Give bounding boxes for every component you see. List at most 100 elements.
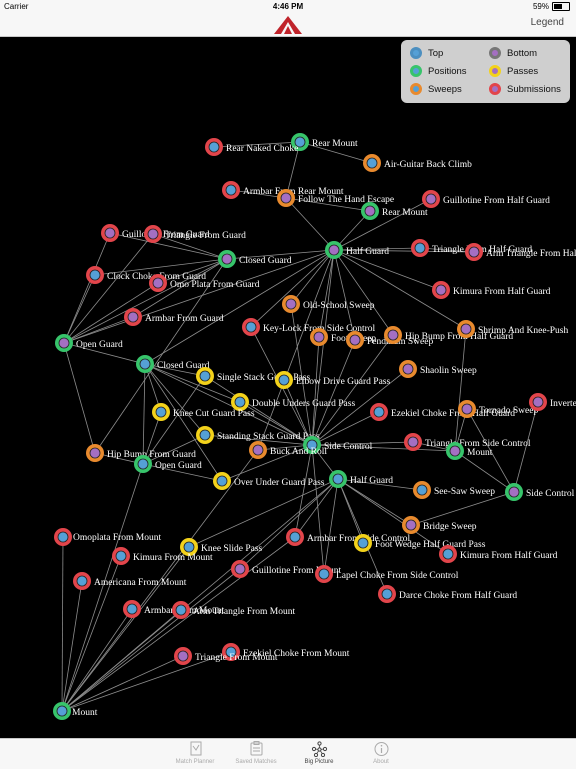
node-label: Side Control xyxy=(324,442,373,452)
node-label: Air-Guitar Back Climb xyxy=(384,160,472,170)
node-dot xyxy=(89,269,101,281)
node-dot xyxy=(147,228,159,240)
graph-edge xyxy=(239,478,339,570)
node-label: Americana From Mount xyxy=(94,578,187,588)
graph-node[interactable]: Kimura From Half Guard xyxy=(432,281,551,299)
graph-node[interactable]: Open Guard xyxy=(55,334,123,352)
graph-node[interactable]: Half Guard xyxy=(325,241,389,259)
tab-about[interactable]: About xyxy=(351,741,411,765)
graph-node[interactable]: Air-Guitar Back Climb xyxy=(363,154,472,172)
legend-button[interactable]: Legend xyxy=(531,17,564,28)
graph-node[interactable]: Single Stack Guard Pass xyxy=(196,367,310,385)
graph-edge xyxy=(311,411,380,446)
graph-node[interactable]: Bridge Sweep xyxy=(402,516,477,534)
tab-saved-matches[interactable]: Saved Matches xyxy=(226,741,286,765)
graph-node[interactable]: Half Guard xyxy=(329,470,393,488)
node-dot xyxy=(416,484,428,496)
node-dot xyxy=(89,447,101,459)
node-dot xyxy=(127,311,139,323)
tab-match-planner[interactable]: Match Planner xyxy=(165,741,225,765)
node-dot xyxy=(199,370,211,382)
graph-edge xyxy=(61,536,64,712)
node-dot xyxy=(137,458,149,470)
node-label: Side Control xyxy=(526,489,575,499)
tab-label: About xyxy=(373,759,389,765)
node-label: Triangle From Guard xyxy=(165,231,246,241)
node-dot xyxy=(318,568,330,580)
graph-node[interactable]: Darce Choke From Half Guard xyxy=(378,585,517,603)
node-dot xyxy=(234,563,246,575)
graph-node[interactable]: Tornado Sweep xyxy=(458,400,538,418)
node-dot xyxy=(221,253,233,265)
node-label: Guillotine From Half Guard xyxy=(443,195,550,206)
battery-icon xyxy=(552,2,570,11)
node-dot xyxy=(58,337,70,349)
graph-node[interactable]: Guillotine From Half Guard xyxy=(422,190,550,208)
about-icon xyxy=(374,742,388,756)
big-picture-icon xyxy=(311,741,327,757)
graph-node[interactable]: Rear Naked Choke xyxy=(205,138,298,156)
node-dot xyxy=(183,541,195,553)
saved-matches-icon xyxy=(250,741,262,756)
graph-edge xyxy=(61,580,83,712)
node-label: Rear Mount xyxy=(312,139,358,149)
tab-label: Big Picture xyxy=(304,759,334,765)
graph-node[interactable]: Shaolin Sweep xyxy=(399,360,477,378)
node-label: Arm Triangle From Mount xyxy=(193,607,295,617)
node-label: Buck And Roll xyxy=(270,447,327,457)
node-dot xyxy=(532,396,544,408)
node-label: Kimura From Half Guard xyxy=(460,550,558,561)
node-label: Kimura From Mount xyxy=(133,553,213,563)
node-dot xyxy=(405,519,417,531)
node-label: Hip Bump From Guard xyxy=(107,450,196,460)
graph-node[interactable]: Americana From Mount xyxy=(73,572,187,590)
node-label: Arm Triangle From Half Guard xyxy=(486,248,576,259)
node-dot xyxy=(216,475,228,487)
node-dot xyxy=(349,334,361,346)
node-label: Rear Naked Choke xyxy=(226,144,298,154)
node-dot xyxy=(402,363,414,375)
node-label: Closed Guard xyxy=(239,256,292,266)
node-label: Half Guard xyxy=(346,246,389,257)
graph-node[interactable]: Rear Mount xyxy=(361,202,428,220)
graph-edge xyxy=(142,363,146,465)
tab-big-picture[interactable]: Big Picture xyxy=(289,741,349,765)
graph-node[interactable]: Closed Guard xyxy=(218,250,292,268)
graph-node[interactable]: See-Saw Sweep xyxy=(413,481,495,499)
graph-node[interactable]: Inverted Triangle xyxy=(529,393,576,411)
node-label: Lapel Choke From Side Control xyxy=(336,571,459,581)
node-dot xyxy=(152,277,164,289)
node-dot xyxy=(177,650,189,662)
node-label: Mount xyxy=(72,708,98,718)
node-dot xyxy=(225,184,237,196)
node-label: Bridge Sweep xyxy=(423,522,477,532)
node-dot xyxy=(199,429,211,441)
node-label: Old-School Sweep xyxy=(303,301,375,311)
node-label: Open Guard xyxy=(155,461,202,471)
node-dot xyxy=(245,321,257,333)
graph-edge xyxy=(61,546,190,712)
node-label: Rear Mount xyxy=(382,208,428,218)
node-dot xyxy=(366,157,378,169)
node-dot xyxy=(381,588,393,600)
app-logo-icon xyxy=(274,16,302,34)
clock: 4:46 PM xyxy=(272,2,304,11)
node-label: Half Guard xyxy=(350,475,393,486)
graph-node[interactable]: Omoplata From Mount xyxy=(54,528,161,546)
node-dot xyxy=(126,603,138,615)
node-label: Inverted Triangle xyxy=(550,399,576,409)
graph-node[interactable]: Armbar From Guard xyxy=(124,308,224,326)
graph-node[interactable]: Side Control xyxy=(505,483,575,501)
node-label: Shaolin Sweep xyxy=(420,366,477,376)
node-label: Follow The Hand Escape xyxy=(298,195,394,205)
graph-node[interactable]: Rear Mount xyxy=(291,133,358,151)
graph-edge xyxy=(61,536,296,712)
graph-node[interactable]: Kimura From Mount xyxy=(112,547,213,565)
node-dot xyxy=(461,403,473,415)
node-dot xyxy=(57,531,69,543)
graph-node[interactable]: Triangle From Guard xyxy=(144,225,246,243)
node-dot xyxy=(508,486,520,498)
node-label: Darce Choke From Half Guard xyxy=(399,590,517,601)
big-picture-graph[interactable]: Rear Mount Rear Naked Choke Air-Guitar Bac… xyxy=(0,37,576,738)
graph-edge xyxy=(285,197,335,251)
